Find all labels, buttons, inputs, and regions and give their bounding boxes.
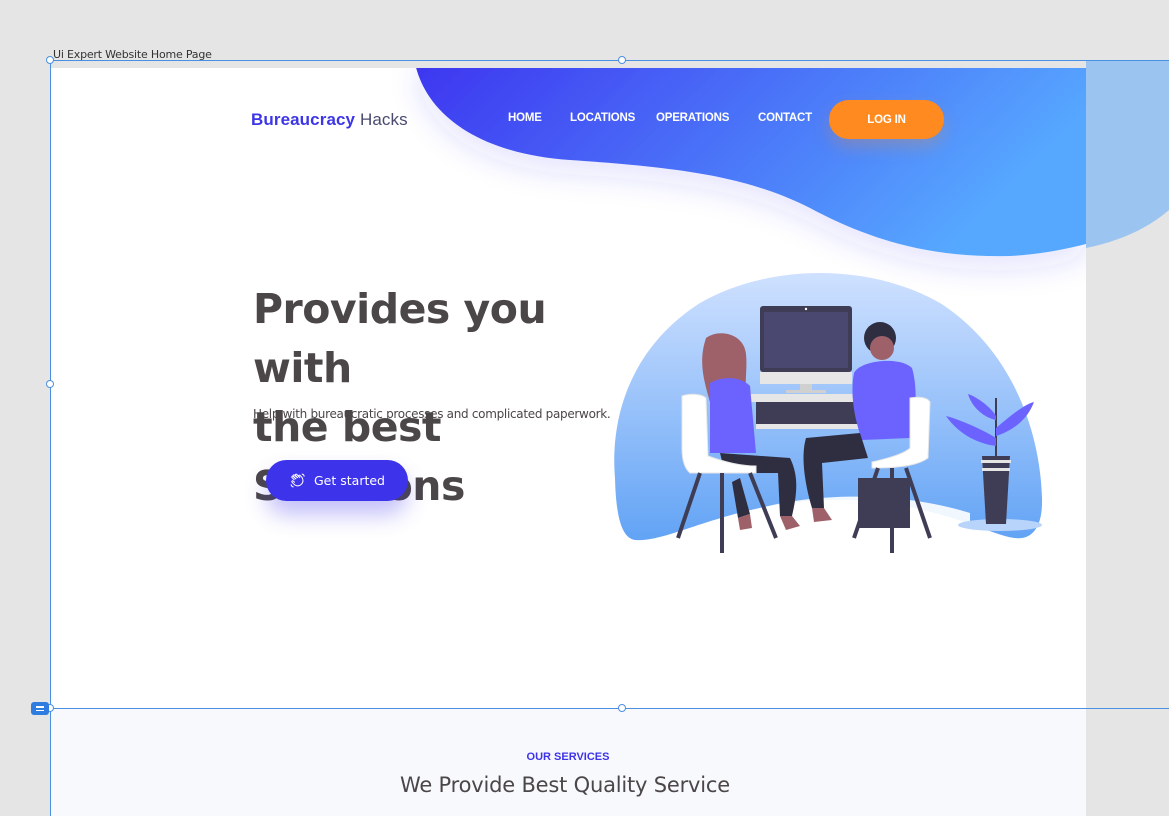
get-started-label: Get started: [314, 473, 385, 488]
services-kicker: OUR SERVICES: [526, 751, 610, 763]
selection-line-left: [50, 60, 51, 816]
brand-name-bold: Bureaucracy: [251, 110, 356, 129]
resize-handle-top-left[interactable]: [46, 56, 54, 64]
hero-title-line-1: Provides you with: [253, 285, 547, 392]
waving-hand-icon: [290, 473, 305, 488]
get-started-button[interactable]: Get started: [266, 460, 408, 501]
nav-item-contact[interactable]: CONTACT: [758, 112, 812, 124]
background-blob-overflow: [1086, 60, 1169, 248]
nav-item-operations[interactable]: OPERATIONS: [656, 112, 729, 124]
component-menu-icon[interactable]: [31, 702, 49, 715]
brand-logo[interactable]: Bureaucracy Hacks: [251, 110, 408, 130]
resize-handle-top-middle[interactable]: [618, 56, 626, 64]
resize-handle-middle-left[interactable]: [46, 380, 54, 388]
selection-line-bottom: [50, 708, 1169, 709]
hero-subtitle: Help with bureaucratic processes and com…: [253, 407, 611, 421]
selection-line-top: [50, 60, 1169, 61]
brand-name-light: Hacks: [359, 110, 408, 129]
hero-illustration: [614, 273, 1043, 553]
home-page-artboard: Bureaucracy Hacks HOME LOCATIONS OPERATI…: [50, 68, 1086, 816]
nav-item-home[interactable]: HOME: [508, 112, 542, 124]
services-title: We Provide Best Quality Service: [400, 773, 730, 797]
login-button[interactable]: LOG IN: [829, 100, 944, 139]
nav-item-locations[interactable]: LOCATIONS: [570, 112, 635, 124]
resize-handle-bottom-middle[interactable]: [618, 704, 626, 712]
